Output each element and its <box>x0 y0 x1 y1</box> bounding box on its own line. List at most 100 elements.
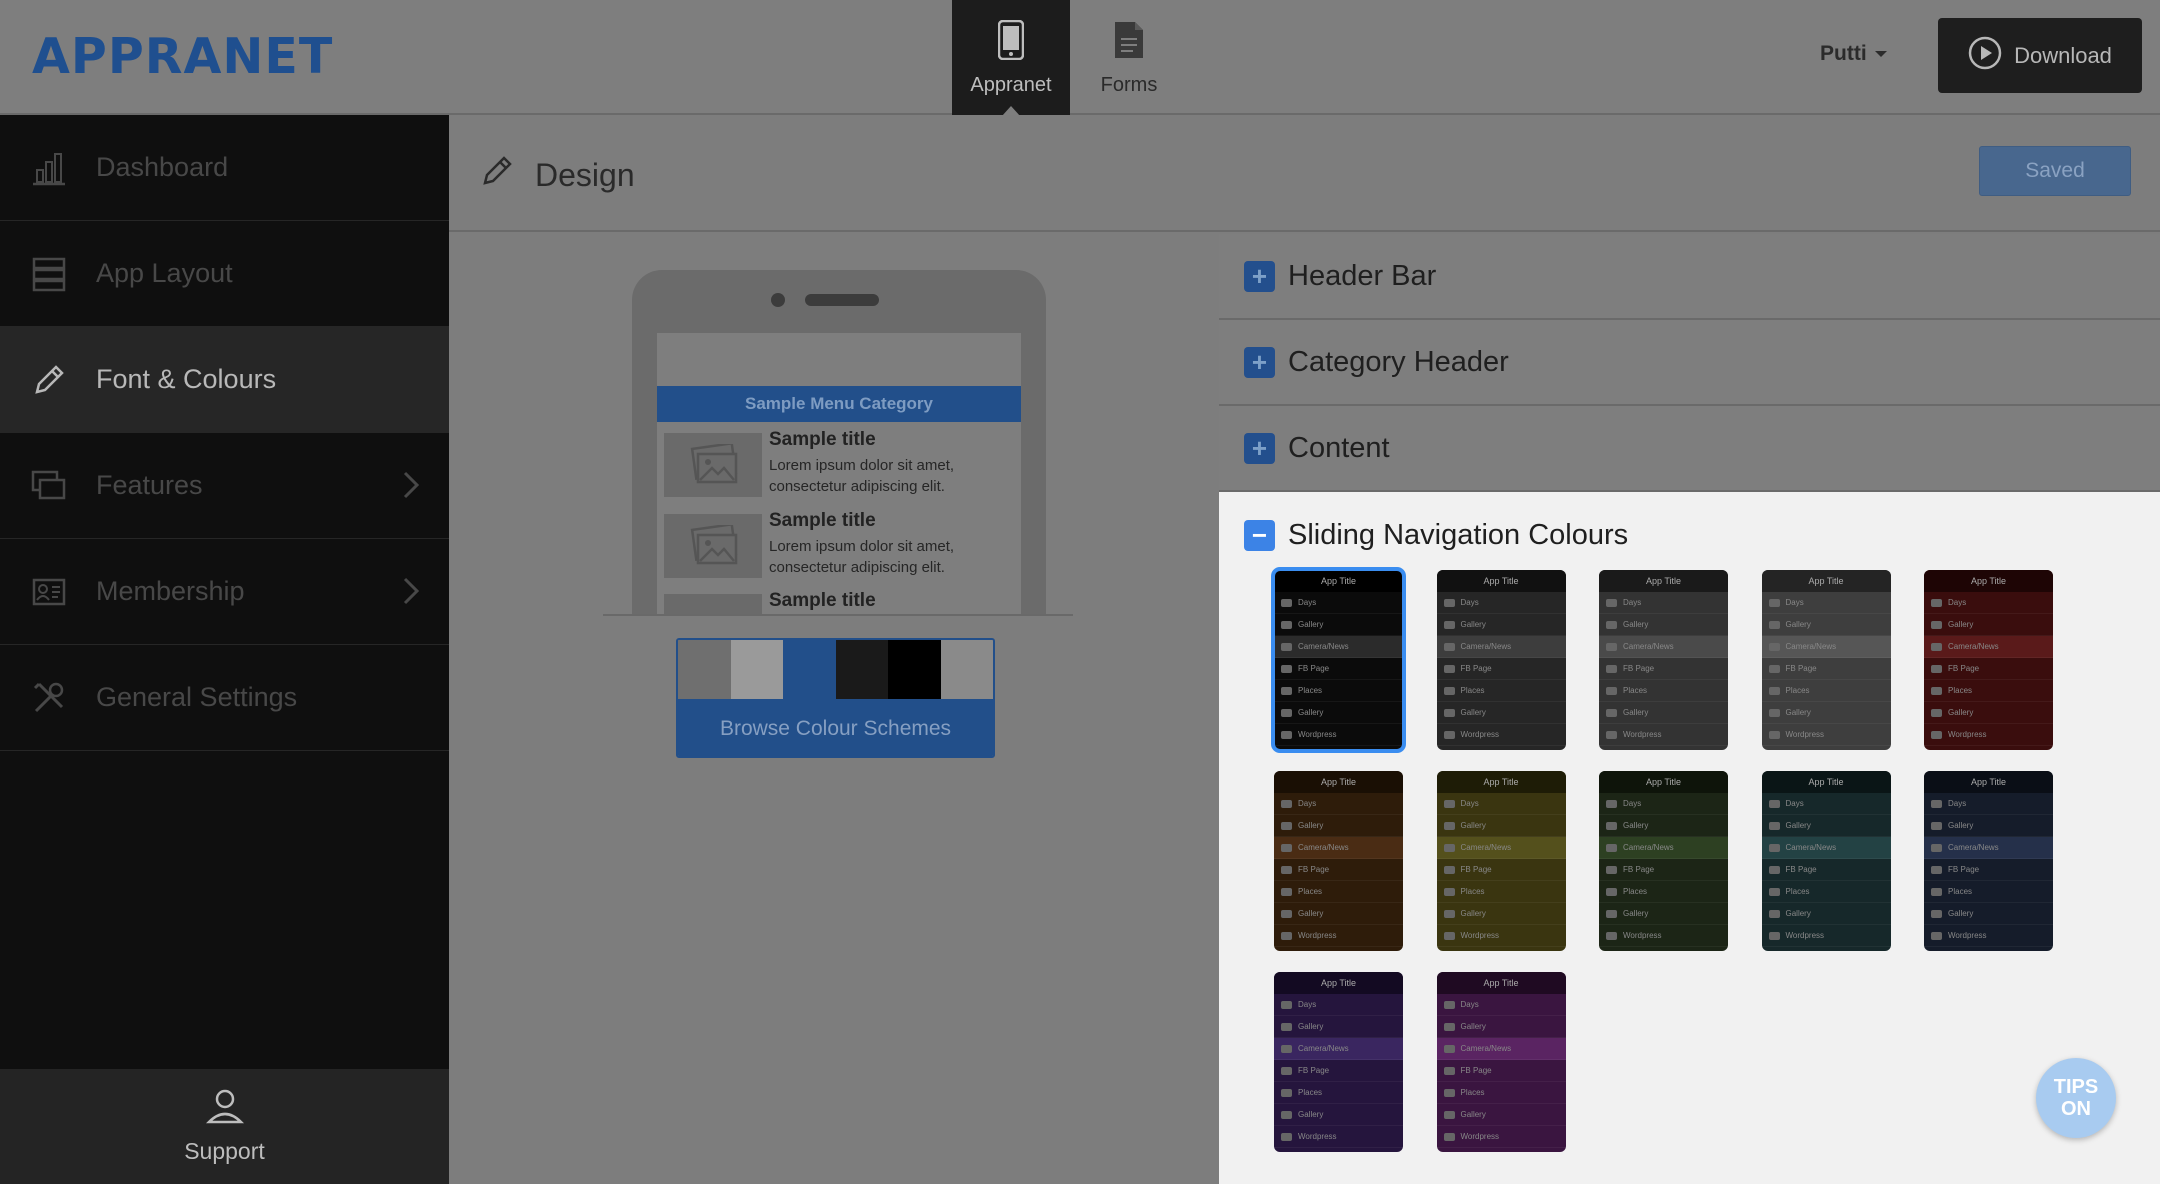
menu-item-icon <box>1281 1000 1292 1009</box>
theme-thumb-item: Gallery <box>1599 815 1728 837</box>
sidebar-item-dashboard[interactable]: Dashboard <box>0 115 449 221</box>
navigation-theme-option[interactable]: App Title Days Gallery Camera/News FB Page Pl… <box>1274 972 1403 1152</box>
topnav-forms[interactable]: Forms <box>1070 0 1188 115</box>
theme-thumb-item-label: Gallery <box>1785 909 1811 918</box>
theme-thumb-item-label: Gallery <box>1298 708 1324 717</box>
menu-item-icon <box>1443 821 1455 830</box>
navigation-theme-option[interactable]: App Title Days Gallery Camera/News FB Page Pl… <box>1761 771 1891 951</box>
theme-thumb-item-label: Gallery <box>1460 909 1486 918</box>
navigation-theme-option[interactable]: App Title Days Gallery Camera/News FB Page Pl… <box>1271 567 1406 753</box>
navigation-theme-option[interactable]: App Title Days Gallery Camera/News FB Page Pl… <box>1436 972 1566 1152</box>
menu-item-icon <box>1768 642 1780 651</box>
theme-thumb-item: Gallery <box>1599 614 1728 636</box>
navigation-theme-option[interactable]: App Title Days Gallery Camera/News FB Page Pl… <box>1924 771 2053 951</box>
navigation-theme-option[interactable]: App Title Days Gallery Camera/News FB Page Pl… <box>1599 570 1728 750</box>
theme-thumb-item-label: Places <box>1460 686 1485 695</box>
phone-speaker <box>805 294 879 306</box>
navigation-theme-option[interactable]: App Title Days Gallery Camera/News FB Page Pl… <box>1436 771 1566 951</box>
theme-thumb-item: Camera/News <box>1599 636 1728 658</box>
theme-thumb-item: Places <box>1924 680 2053 702</box>
saved-button[interactable]: Saved <box>1979 146 2131 196</box>
theme-thumb-header: App Title <box>1924 570 2053 592</box>
menu-item-icon <box>1606 931 1617 940</box>
colour-swatches <box>678 640 993 699</box>
menu-item-icon <box>1443 865 1455 874</box>
support-button[interactable]: Support <box>0 1069 449 1184</box>
theme-thumb-item: Wordpress <box>1924 925 2053 947</box>
appranet-logo[interactable]: APPRANET <box>32 28 333 85</box>
navigation-theme-option[interactable]: App Title Days Gallery Camera/News FB Page Pl… <box>1761 570 1891 750</box>
theme-thumb-item-label: Camera/News <box>1460 843 1512 852</box>
phone-screen: Sample Menu Category Sample title Lorem … <box>657 333 1021 615</box>
theme-thumb-item: Gallery <box>1274 903 1403 925</box>
theme-thumb-item: Days <box>1924 793 2053 815</box>
plus-icon: + <box>1244 346 1275 378</box>
theme-thumb-item: Places <box>1924 881 2053 903</box>
theme-thumb-item: FB Page <box>1274 1060 1403 1082</box>
tips-label: TIPS ON <box>2053 1076 2099 1120</box>
theme-thumb-item-label: Gallery <box>1623 708 1649 717</box>
theme-thumb-item: Days <box>1924 592 2053 614</box>
theme-thumb-item: Gallery <box>1761 815 1891 837</box>
browse-colour-schemes-button[interactable]: Browse Colour Schemes <box>676 638 995 758</box>
user-menu[interactable]: Putti <box>1820 42 1887 66</box>
sidebar-item-label: Dashboard <box>96 152 229 182</box>
tips-toggle-button[interactable]: TIPS ON <box>2036 1058 2116 1138</box>
top-header: APPRANET Appranet Forms Putti Download <box>0 0 2160 116</box>
theme-thumb-item: Gallery <box>1924 815 2053 837</box>
sidebar-item-features[interactable]: Features <box>0 433 449 539</box>
theme-thumb-item: FB Page <box>1924 859 2053 881</box>
menu-item-icon <box>1768 887 1780 896</box>
navigation-theme-option[interactable]: App Title Days Gallery Camera/News FB Page Pl… <box>1924 570 2053 750</box>
theme-thumb-item-label: Gallery <box>1298 1022 1324 1031</box>
theme-thumb-item: Gallery <box>1924 903 2053 925</box>
theme-thumb-header: App Title <box>1274 972 1403 994</box>
user-icon <box>205 1088 245 1130</box>
theme-thumb-item-label: Gallery <box>1298 821 1324 830</box>
theme-thumb-item: Days <box>1599 592 1728 614</box>
theme-thumb-item: Places <box>1274 1082 1403 1104</box>
theme-thumb-item-label: Gallery <box>1785 708 1811 717</box>
download-button[interactable]: Download <box>1938 18 2142 93</box>
navigation-theme-option[interactable]: App Title Days Gallery Camera/News FB Page Pl… <box>1599 771 1728 951</box>
menu-item-icon <box>1931 686 1942 695</box>
theme-thumb-item: Gallery <box>1924 702 2053 724</box>
accordion-header-bar[interactable]: + Header Bar <box>1219 234 2160 320</box>
theme-thumb-item-label: Wordpress <box>1623 730 1662 739</box>
menu-item-icon <box>1606 686 1617 695</box>
document-icon <box>1113 20 1145 66</box>
theme-thumb-item: Gallery <box>1924 614 2053 636</box>
menu-item-icon <box>1443 1022 1455 1031</box>
menu-item-icon <box>1768 664 1780 673</box>
theme-thumb-item: Days <box>1274 994 1403 1016</box>
menu-item-icon <box>1281 1110 1292 1119</box>
sidebar-item-app-layout[interactable]: App Layout <box>0 221 449 327</box>
chevron-down-icon <box>1874 51 1887 57</box>
theme-thumb-item-label: Days <box>1298 598 1317 607</box>
theme-thumb-item: FB Page <box>1599 658 1728 680</box>
menu-item-icon <box>1281 931 1292 940</box>
sidebar-item-general-settings[interactable]: General Settings <box>0 645 449 751</box>
accordion-category-header[interactable]: + Category Header <box>1219 320 2160 406</box>
image-placeholder-icon <box>664 594 762 615</box>
menu-item-icon <box>1281 1044 1292 1053</box>
theme-thumb-item: Gallery <box>1274 815 1403 837</box>
theme-thumb-item-label: FB Page <box>1460 1066 1492 1075</box>
accordion-sliding-navigation-header[interactable]: − Sliding Navigation Colours <box>1219 492 2160 578</box>
topnav-appranet[interactable]: Appranet <box>952 0 1070 116</box>
theme-thumb-item-label: Gallery <box>1948 620 1974 629</box>
sidebar-item-membership[interactable]: Membership <box>0 539 449 645</box>
theme-thumb-item-label: Wordpress <box>1785 931 1825 940</box>
phone-icon <box>997 19 1025 66</box>
theme-thumb-item: FB Page <box>1436 859 1566 881</box>
sidebar-item-font-colours[interactable]: Font & Colours <box>0 327 449 433</box>
navigation-theme-option[interactable]: App Title Days Gallery Camera/News FB Page Pl… <box>1436 570 1566 750</box>
theme-thumb-header: App Title <box>1599 771 1728 793</box>
pencil-icon <box>479 153 515 197</box>
accordion-content[interactable]: + Content <box>1219 406 2160 492</box>
navigation-theme-option[interactable]: App Title Days Gallery Camera/News FB Page Pl… <box>1274 771 1403 951</box>
theme-thumb-header: App Title <box>1436 771 1566 793</box>
theme-thumb-item-label: Gallery <box>1298 909 1324 918</box>
menu-item-icon <box>1606 887 1617 896</box>
theme-thumb-item-label: Gallery <box>1623 821 1649 830</box>
